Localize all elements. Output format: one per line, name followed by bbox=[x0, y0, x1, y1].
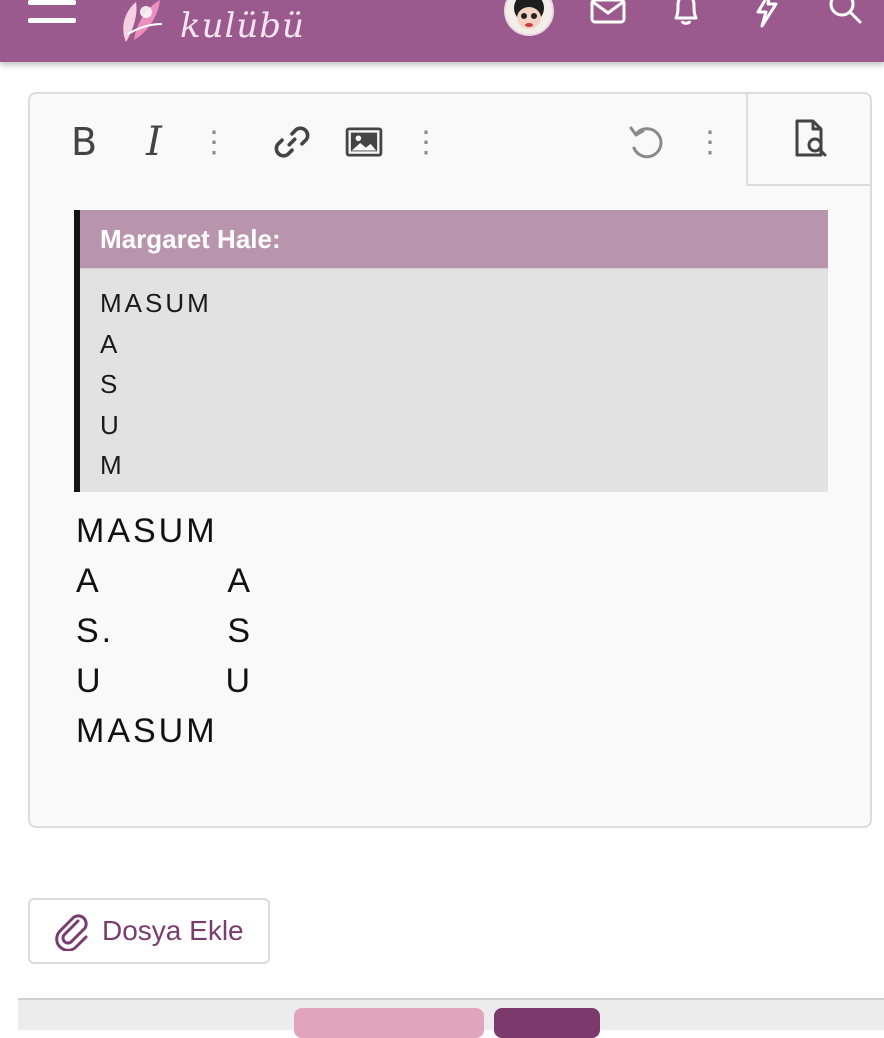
preview-icon bbox=[795, 119, 827, 157]
quote-author: Margaret Hale: bbox=[80, 210, 828, 269]
more-text-options-button[interactable]: ⋮ bbox=[199, 118, 229, 166]
top-navigation-bar: kulübü bbox=[0, 0, 884, 62]
quote-block[interactable]: Margaret Hale: MASUM A S U M bbox=[74, 210, 828, 492]
paperclip-icon bbox=[55, 914, 88, 951]
envelope-icon[interactable] bbox=[588, 0, 628, 30]
more-options-button[interactable]: ⋮ bbox=[695, 118, 725, 166]
undo-icon[interactable] bbox=[624, 118, 668, 166]
poem-line: MASUM bbox=[76, 506, 296, 556]
quote-line: A bbox=[100, 328, 121, 359]
quote-content: MASUM A S U M bbox=[80, 269, 828, 486]
secondary-action-button[interactable] bbox=[294, 1008, 484, 1038]
avatar[interactable] bbox=[504, 0, 554, 36]
quote-line: S bbox=[100, 369, 121, 399]
bolt-icon[interactable] bbox=[746, 0, 786, 30]
message-body[interactable]: MASUM A A S. S U U MASUM bbox=[76, 506, 296, 756]
poem-line-left: U bbox=[76, 662, 104, 700]
quote-line: M bbox=[100, 450, 125, 480]
logo-icon[interactable] bbox=[116, 0, 168, 44]
poem-line-right: U bbox=[225, 662, 250, 700]
poem-line: A A bbox=[76, 556, 296, 606]
attach-files-button[interactable]: Dosya Ekle bbox=[28, 898, 270, 964]
poem-line-left: MASUM bbox=[76, 512, 218, 550]
poem-line-left: S. bbox=[76, 612, 115, 650]
quote-line: MASUM bbox=[100, 288, 212, 318]
attach-files-label: Dosya Ekle bbox=[102, 915, 244, 946]
poem-line-right: A bbox=[227, 562, 250, 600]
poem-line: MASUM bbox=[76, 706, 296, 756]
editor-toolbar: B I ⋮ ⋮ ⋮ bbox=[30, 94, 870, 190]
poem-line: S. S bbox=[76, 606, 296, 656]
poem-line-right: S bbox=[227, 612, 250, 650]
menu-icon[interactable] bbox=[28, 0, 76, 30]
logo-text[interactable]: kulübü bbox=[180, 6, 305, 46]
primary-action-button[interactable] bbox=[494, 1008, 600, 1038]
link-icon[interactable] bbox=[270, 118, 314, 166]
bold-button[interactable]: B bbox=[64, 118, 104, 166]
rich-text-editor[interactable]: B I ⋮ ⋮ ⋮ Margaret Hale: MASUM A S U M M… bbox=[28, 92, 872, 828]
poem-line: U U bbox=[76, 656, 296, 706]
italic-button[interactable]: I bbox=[134, 118, 174, 166]
poem-line-left: MASUM bbox=[76, 712, 218, 750]
bell-icon[interactable] bbox=[666, 0, 706, 30]
search-icon[interactable] bbox=[826, 0, 866, 30]
poem-line-left: A bbox=[76, 562, 102, 600]
preview-button[interactable] bbox=[746, 94, 870, 186]
image-icon[interactable] bbox=[342, 118, 386, 166]
more-insert-options-button[interactable]: ⋮ bbox=[411, 118, 441, 166]
quote-line: U bbox=[100, 409, 122, 440]
